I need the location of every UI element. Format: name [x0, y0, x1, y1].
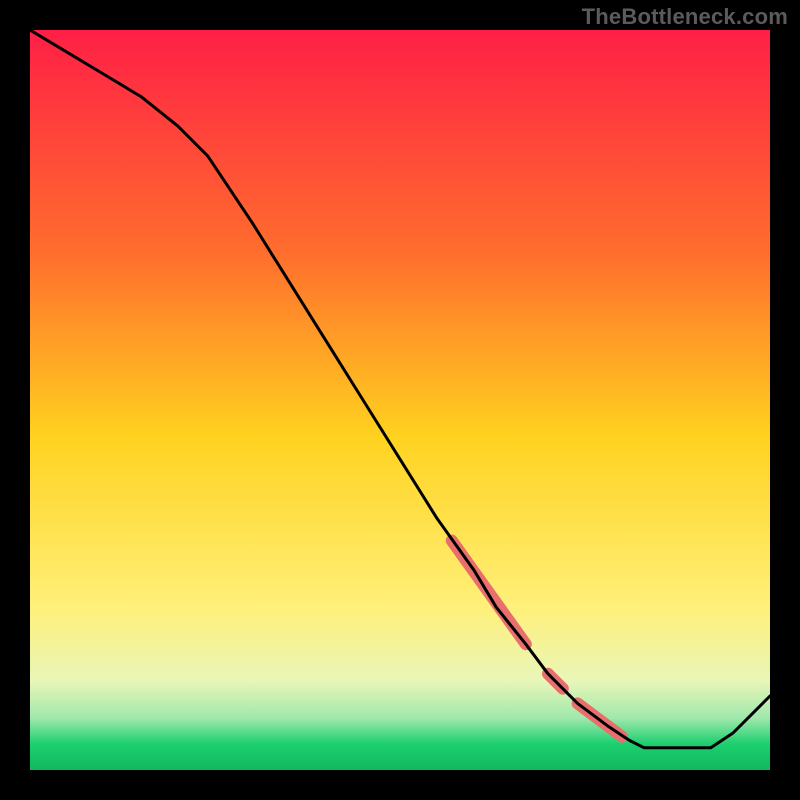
- plot-area: [30, 30, 770, 770]
- bottleneck-chart: [0, 0, 800, 800]
- chart-frame: { "watermark": "TheBottleneck.com", "col…: [0, 0, 800, 800]
- watermark-text: TheBottleneck.com: [582, 4, 788, 30]
